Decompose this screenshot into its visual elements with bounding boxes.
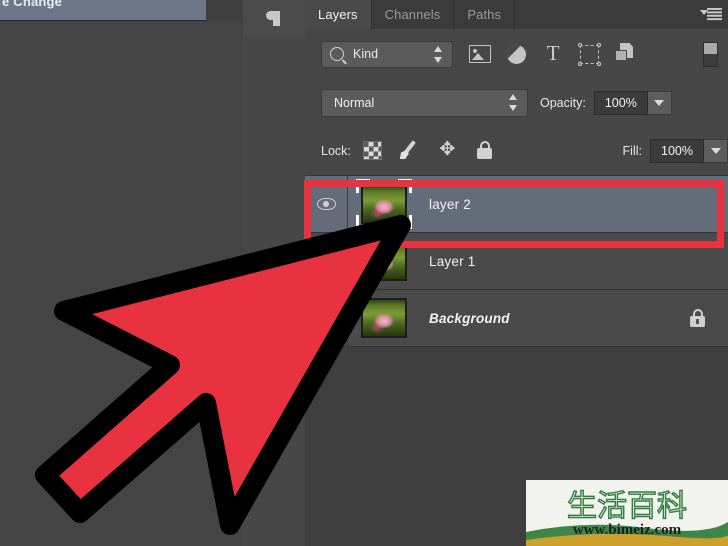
chevron-down-icon [710, 147, 721, 154]
vertical-dock-strip [243, 0, 306, 546]
flower-thumbnail [361, 241, 407, 281]
workspace-gap [206, 0, 243, 21]
opacity-label: Opacity: [540, 95, 586, 110]
transparency-lock-icon[interactable] [362, 141, 382, 160]
tab-bar-filler [515, 0, 694, 29]
layer-visibility-toggle[interactable] [305, 233, 348, 289]
watermark: 生活百科 www.bimeiz.com [526, 480, 728, 546]
tab-paths-label: Paths [467, 7, 502, 22]
filter-kind-label: Kind [353, 47, 379, 61]
paint-lock-icon[interactable] [399, 140, 420, 161]
layer-locked-icon [689, 308, 706, 328]
layer-filter-row: Kind T [305, 29, 728, 79]
position-lock-icon[interactable]: ✥ [437, 140, 458, 161]
type-layer-filter-icon[interactable]: T [542, 43, 564, 65]
all-lock-icon[interactable] [475, 140, 496, 161]
layer-name-label: layer 2 [429, 196, 471, 212]
photoshop-screenshot: e Change Layers Channels Paths Kind T No… [0, 0, 728, 546]
tab-channels-label: Channels [384, 7, 441, 22]
layer-visibility-toggle[interactable] [305, 176, 348, 232]
panel-menu-icon [700, 8, 722, 21]
filter-icon-group: T [469, 42, 637, 66]
layer-name-label: Background [429, 310, 510, 326]
watermark-title: 生活百科 [567, 489, 687, 524]
blend-mode-select[interactable]: Normal [321, 88, 528, 117]
tab-paths[interactable]: Paths [454, 0, 516, 29]
blend-mode-value: Normal [334, 95, 375, 110]
search-icon [330, 47, 344, 61]
stepper-arrows-icon[interactable] [434, 45, 443, 63]
fill-dropdown-button[interactable] [704, 138, 728, 163]
tooltip-text: e Change [2, 0, 63, 9]
lock-icon-group: ✥ [362, 140, 496, 161]
chevron-down-icon [654, 99, 665, 106]
filter-enable-toggle[interactable] [703, 41, 718, 67]
blend-mode-row: Normal Opacity: 100% [305, 79, 728, 126]
tab-layers-label: Layers [318, 7, 358, 22]
paragraph-icon [265, 10, 283, 27]
panel-tab-bar: Layers Channels Paths [305, 0, 728, 29]
layer-thumbnail[interactable] [361, 298, 407, 338]
smart-object-filter-icon[interactable] [615, 43, 637, 65]
opacity-dropdown-button[interactable] [647, 90, 672, 115]
layer-name-label: Layer 1 [429, 253, 476, 269]
paragraph-panel-button[interactable] [243, 0, 305, 38]
thumb-corner-br [398, 215, 412, 229]
shape-layer-filter-icon[interactable] [578, 42, 601, 66]
eye-icon [316, 198, 336, 210]
opacity-input[interactable]: 100% [593, 90, 648, 115]
lock-row: Lock: ✥ Fill: 100% [305, 126, 728, 175]
adjustment-layer-filter-icon[interactable] [507, 44, 526, 64]
panel-menu-button[interactable] [694, 0, 728, 29]
fill-input[interactable]: 100% [650, 138, 704, 163]
filter-kind-select[interactable]: Kind [321, 40, 453, 68]
layer-visibility-toggle[interactable] [305, 290, 348, 346]
fill-label: Fill: [622, 143, 642, 158]
pixel-layer-filter-icon[interactable] [469, 45, 491, 63]
thumb-corner-tl [356, 179, 370, 193]
lock-label: Lock: [321, 143, 351, 158]
tooltip-strip: e Change [0, 0, 206, 21]
tab-layers[interactable]: Layers [305, 0, 372, 29]
tab-channels[interactable]: Channels [371, 0, 455, 29]
table-row[interactable]: Background [305, 290, 728, 347]
workspace-area: e Change [0, 0, 243, 546]
layer-thumbnail[interactable] [356, 179, 412, 229]
table-row[interactable]: Layer 1 [305, 233, 728, 290]
flower-thumbnail [361, 298, 407, 338]
blend-stepper-icon[interactable] [509, 93, 518, 111]
watermark-url: www.bimeiz.com [573, 522, 682, 538]
thumb-corner-bl [356, 215, 370, 229]
layers-panel: Layers Channels Paths Kind T Normal Opac… [305, 0, 728, 546]
eye-icon [316, 312, 336, 324]
thumb-corner-tr [398, 179, 412, 193]
table-row[interactable]: layer 2 [305, 176, 728, 233]
layer-thumbnail[interactable] [361, 241, 407, 281]
dock-empty-area [243, 37, 305, 546]
